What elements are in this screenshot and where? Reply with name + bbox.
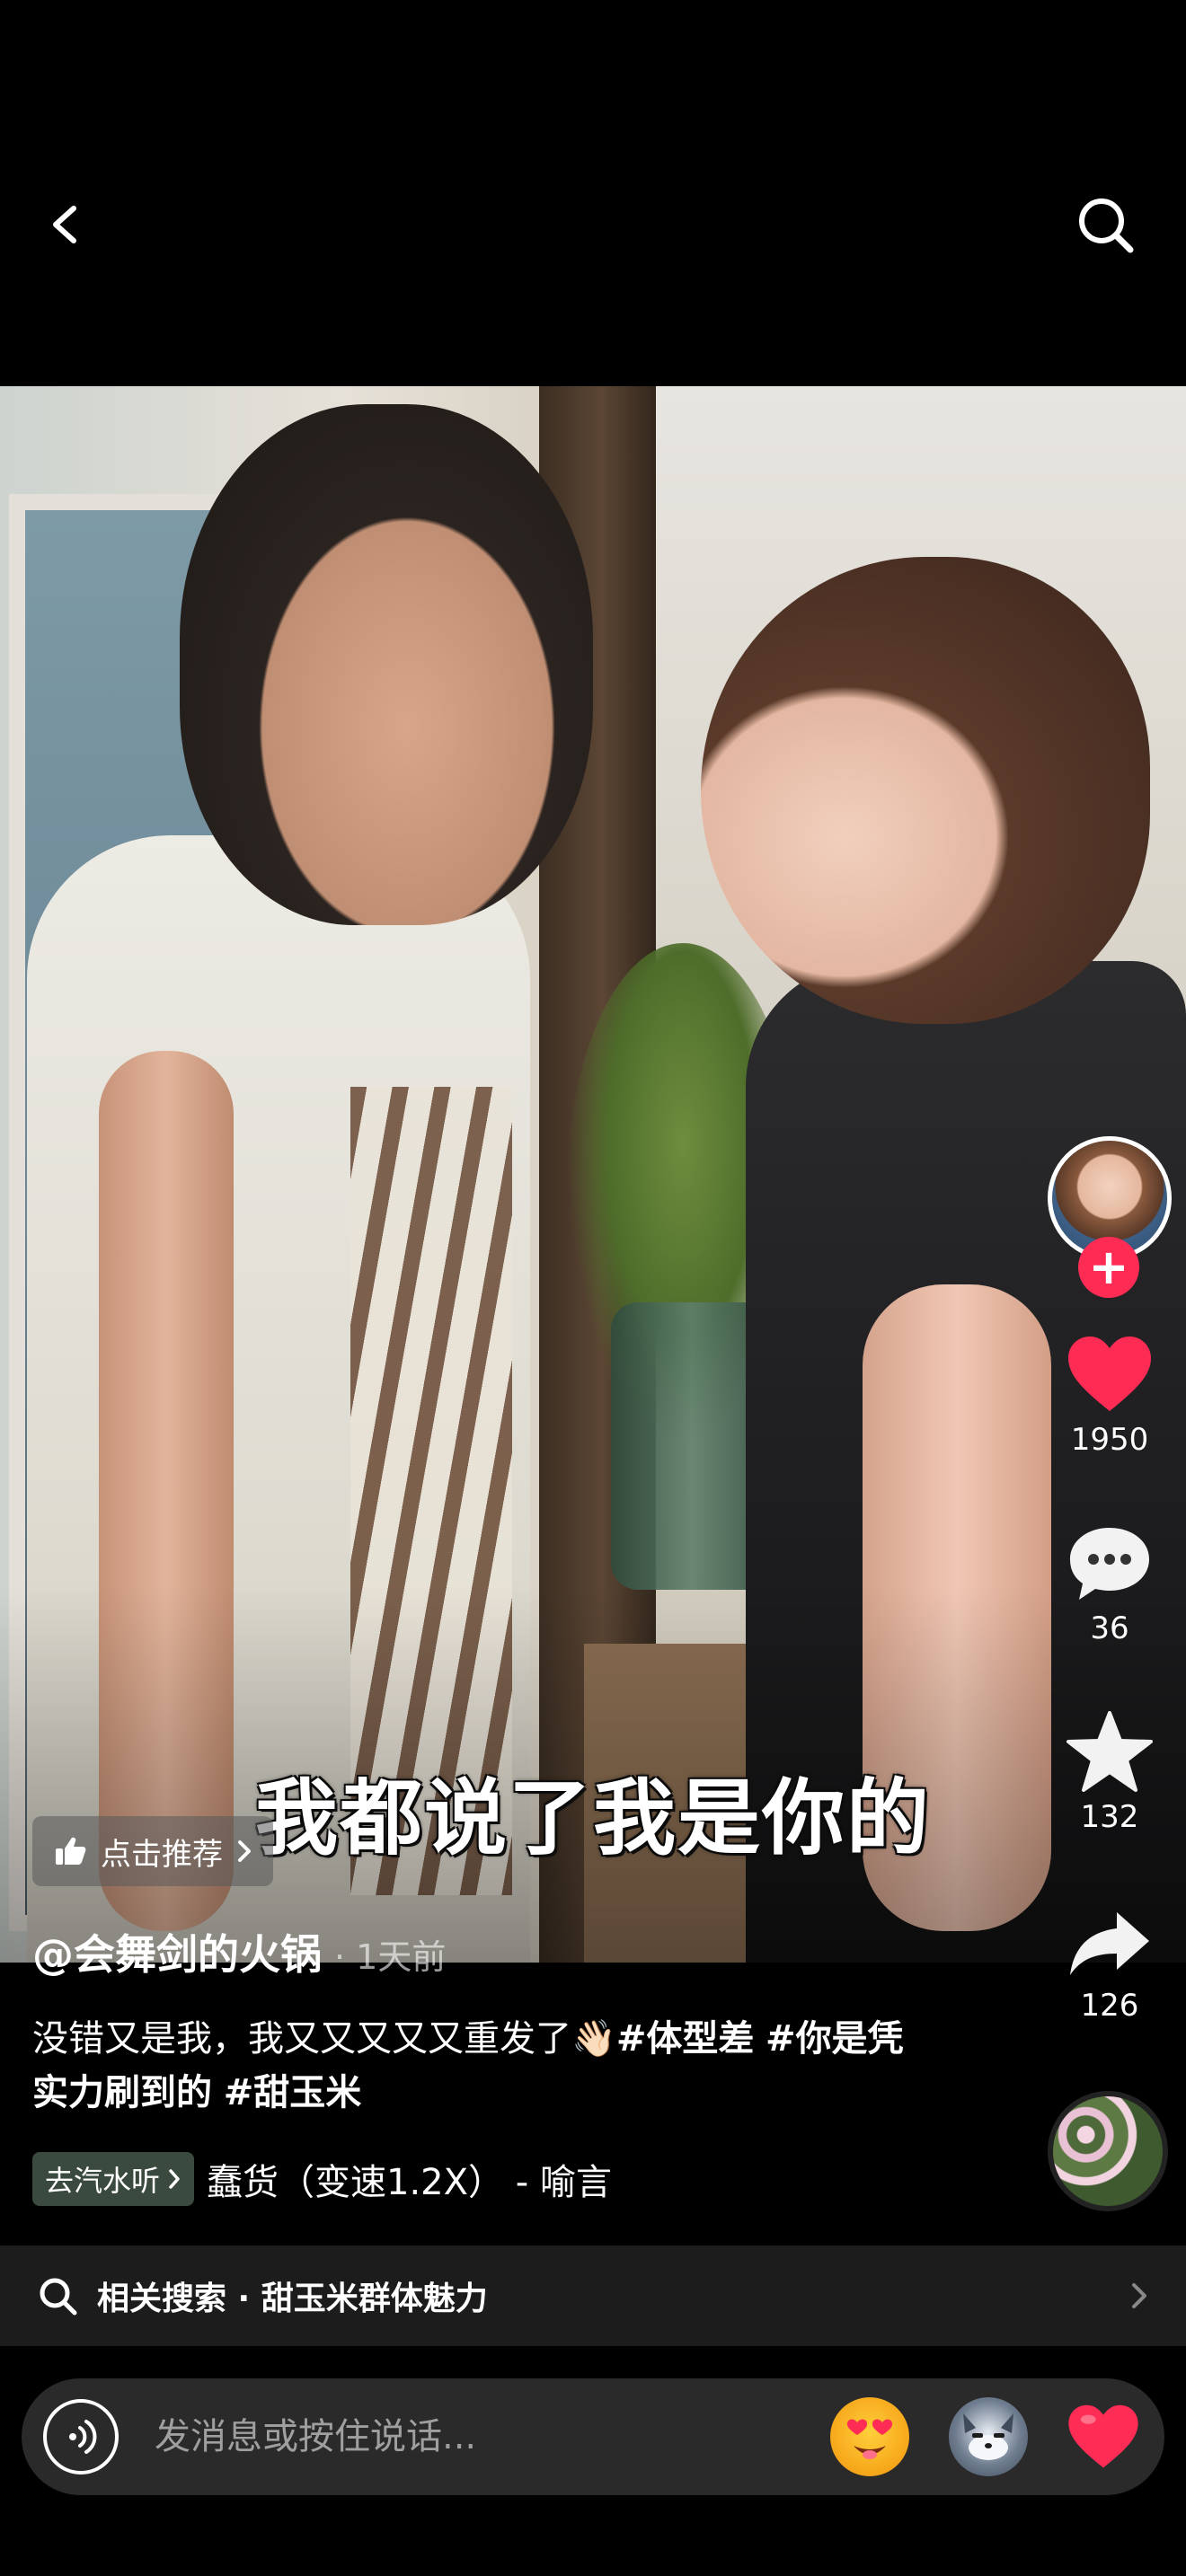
heart-icon (1068, 1337, 1151, 1411)
music-badge-label: 去汽水听 (45, 2164, 161, 2198)
sound-wave-icon (69, 2420, 97, 2454)
video-person-right-head (701, 557, 1150, 1024)
chevron-left-icon (53, 206, 76, 243)
chevron-right-icon (1132, 2283, 1146, 2308)
music-badge[interactable]: 去汽水听 (32, 2152, 195, 2206)
music-title: 蠢货（变速1.2X） - 喻言 (207, 2162, 612, 2203)
post-author-row: @会舞剑的火锅 · 1天前 (32, 1922, 446, 1981)
video-person-left-head (180, 404, 593, 925)
author-avatar-group: + (1042, 1136, 1177, 1298)
chevron-right-icon (238, 1840, 251, 1862)
caption-text: 没错又是我，我又又又又又重发了👋🏻 (32, 2018, 616, 2060)
top-bar (0, 0, 1186, 386)
hashtag[interactable]: #甜玉米 (224, 2072, 362, 2113)
heart-eyes-emoji-icon (846, 2419, 893, 2459)
emoji-heart-eyes-button[interactable] (830, 2397, 909, 2476)
emoji-cat-button[interactable] (949, 2397, 1028, 2476)
post-time: · 1天前 (334, 1937, 447, 1977)
action-column: + 1950 36 132 126 (1042, 1136, 1177, 2024)
message-bar (22, 2378, 1164, 2495)
favorite-count: 132 (1080, 1799, 1139, 1835)
music-disc[interactable] (1048, 2091, 1168, 2211)
emoji-heart-button[interactable] (1064, 2397, 1143, 2476)
hashtag[interactable]: #体型差 (616, 2018, 755, 2060)
follow-button[interactable]: + (1078, 1237, 1139, 1298)
comment-count: 36 (1090, 1610, 1129, 1646)
like-button[interactable]: 1950 (1042, 1334, 1177, 1458)
search-icon (40, 2278, 77, 2316)
recommend-button[interactable]: 点击推荐 (32, 1816, 273, 1886)
related-search-bar[interactable]: 相关搜索 · 甜玉米群体魅力 (0, 2245, 1186, 2346)
related-search-label: 相关搜索 · 甜玉米群体魅力 (97, 2280, 488, 2317)
recommend-label: 点击推荐 (101, 1836, 223, 1873)
post-caption: 没错又是我，我又又又又又重发了👋🏻#体型差 #你是凭实力刷到的 #甜玉米 (32, 2012, 931, 2120)
back-button[interactable] (36, 189, 99, 260)
thumbs-up-icon (56, 1837, 86, 1865)
share-icon (1070, 1912, 1149, 1975)
like-count: 1950 (1070, 1422, 1149, 1458)
message-input[interactable] (155, 2401, 819, 2473)
comment-button[interactable]: 36 (1042, 1522, 1177, 1646)
search-button[interactable] (1069, 189, 1141, 260)
chevron-right-icon (169, 2169, 180, 2189)
heart-icon (1068, 2404, 1138, 2468)
author-name[interactable]: @会舞剑的火锅 (32, 1922, 322, 1981)
music-row[interactable]: 去汽水听 蠢货（变速1.2X） - 喻言 (32, 2152, 612, 2206)
favorite-button[interactable]: 132 (1042, 1711, 1177, 1835)
search-icon (1079, 198, 1134, 253)
cat-emoji-icon (963, 2413, 1013, 2460)
comment-icon (1070, 1528, 1149, 1600)
star-icon (1067, 1711, 1153, 1792)
share-button[interactable]: 126 (1042, 1909, 1177, 2024)
share-count: 126 (1080, 1988, 1139, 2024)
video-player[interactable] (0, 386, 1186, 1963)
voice-input-button[interactable] (43, 2399, 119, 2475)
